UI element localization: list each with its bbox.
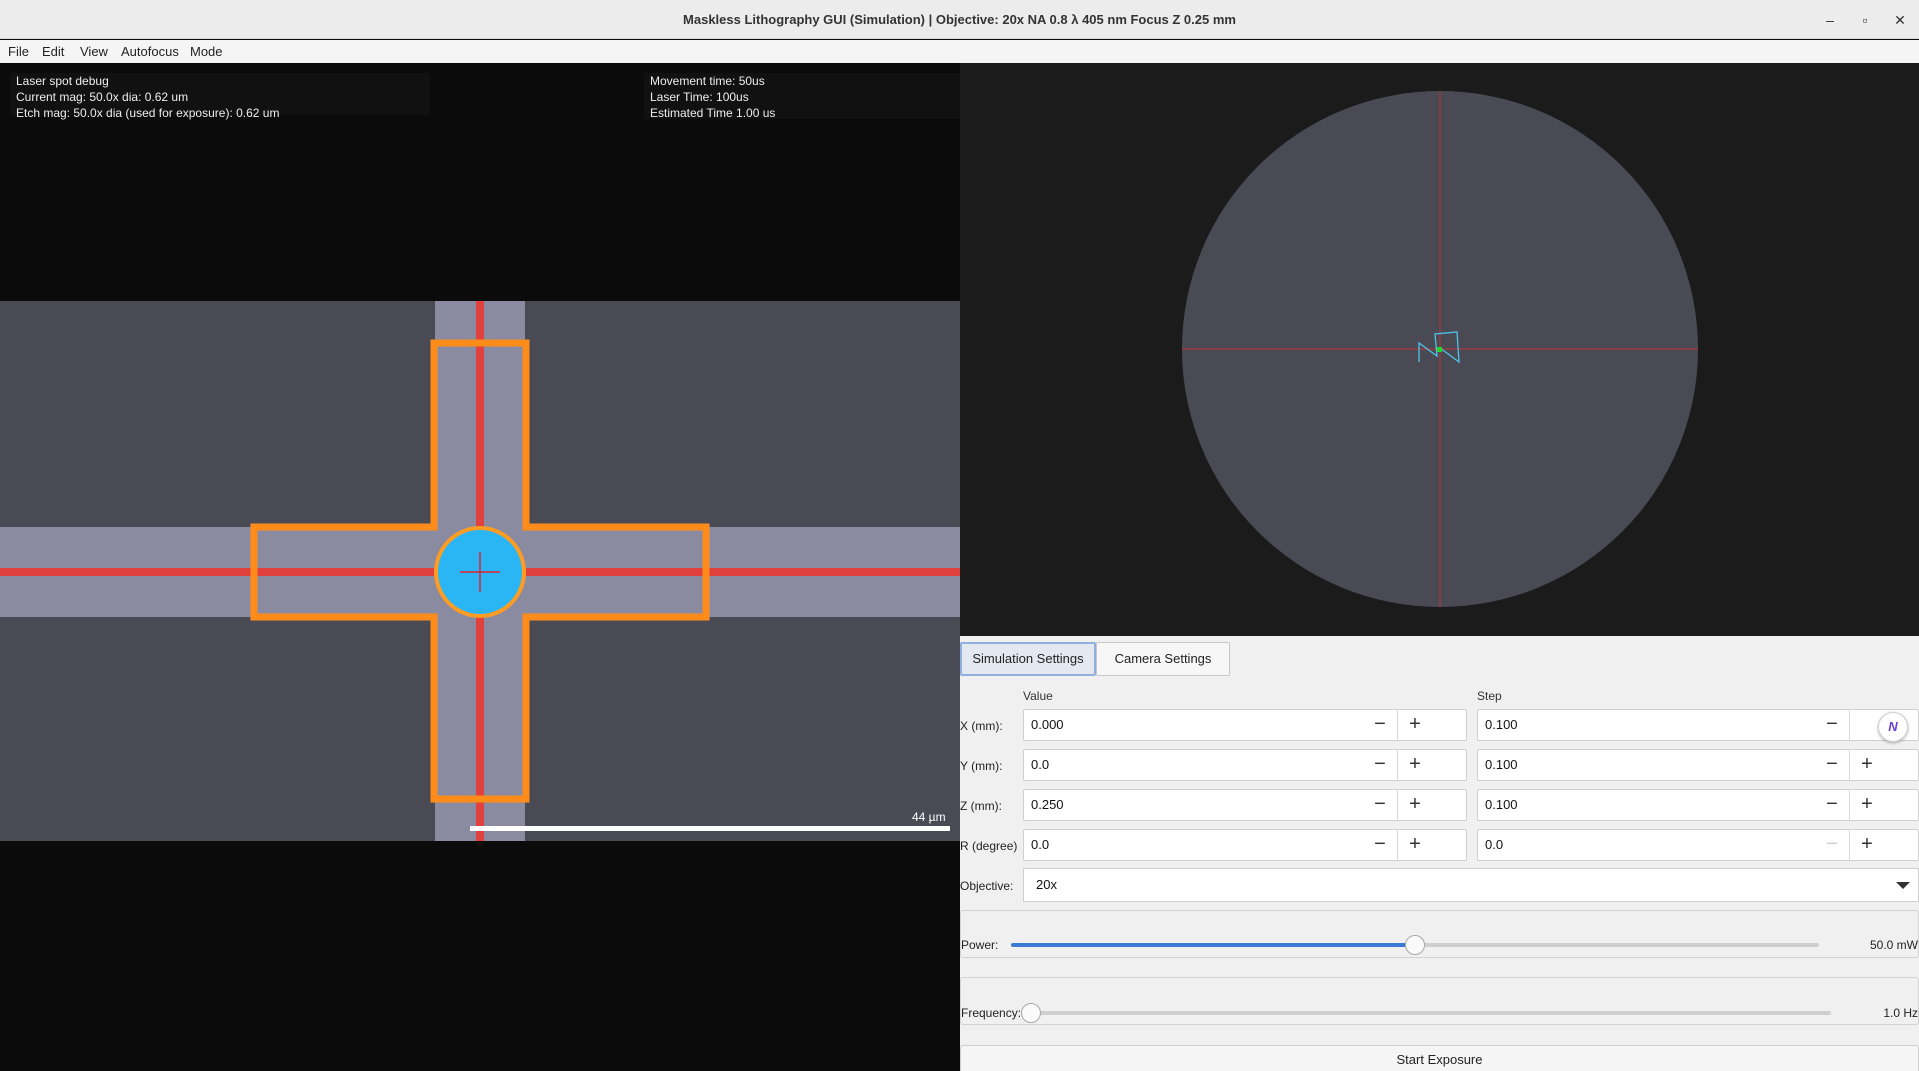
z-step-increment-button[interactable]: + (1850, 789, 1884, 821)
y-label: Y (mm): (960, 759, 1003, 773)
r-value-decrement-button[interactable]: − (1363, 829, 1397, 861)
r-value-separator (1397, 829, 1398, 861)
x-value-separator (1397, 709, 1398, 741)
start-exposure-button[interactable]: Start Exposure (960, 1045, 1919, 1071)
menu-file[interactable]: File (8, 44, 29, 59)
z-step-decrement-button[interactable]: − (1815, 789, 1849, 821)
x-value-text: 0.000 (1031, 717, 1064, 732)
minimize-button[interactable]: – (1820, 10, 1840, 30)
estimated-time: Estimated Time 1.00 us (650, 106, 776, 120)
x-value-decrement-button[interactable]: − (1363, 709, 1397, 741)
r-label: R (degree) (960, 839, 1018, 853)
pattern-scene (0, 301, 960, 841)
laser-time: Laser Time: 100us (650, 90, 749, 104)
power-slider-fill (1011, 943, 1415, 947)
z-step-text: 0.100 (1485, 797, 1518, 812)
z-value-separator (1397, 789, 1398, 821)
y-value-decrement-button[interactable]: − (1363, 749, 1397, 781)
r-step-increment-button[interactable]: + (1850, 829, 1884, 861)
x-value-increment-button[interactable]: + (1398, 709, 1432, 741)
frequency-value: 1.0 Hz (1883, 1006, 1918, 1020)
menu-view[interactable]: View (80, 44, 108, 59)
z-value-increment-button[interactable]: + (1398, 789, 1432, 821)
y-value-separator (1397, 749, 1398, 781)
x-step-decrement-button[interactable]: − (1815, 709, 1849, 741)
z-value-text: 0.250 (1031, 797, 1064, 812)
x-step-field[interactable]: 0.100 (1477, 709, 1919, 741)
y-step-separator (1849, 749, 1850, 781)
camera-position-marker (1437, 347, 1442, 352)
window-title: Maskless Lithography GUI (Simulation) | … (683, 12, 1236, 27)
r-step-text: 0.0 (1485, 837, 1504, 852)
close-button[interactable]: ✕ (1890, 10, 1910, 30)
z-value-decrement-button[interactable]: − (1363, 789, 1397, 821)
camera-view[interactable] (960, 63, 1919, 636)
y-step-decrement-button[interactable]: − (1815, 749, 1849, 781)
camera-scene (1182, 91, 1698, 607)
x-label: X (mm): (960, 719, 1003, 733)
tab-simulation-settings[interactable]: Simulation Settings (960, 642, 1096, 676)
y-step-increment-button[interactable]: + (1850, 749, 1884, 781)
x-step-separator (1849, 709, 1850, 741)
laser-debug-title: Laser spot debug (16, 74, 109, 88)
chevron-down-icon (1896, 882, 1910, 889)
y-value-increment-button[interactable]: + (1398, 749, 1432, 781)
menu-mode[interactable]: Mode (190, 44, 223, 59)
power-panel: Power: 50.0 mW (960, 910, 1919, 958)
laser-current-mag: Current mag: 50.0x dia: 0.62 um (16, 90, 189, 104)
title-bar: Maskless Lithography GUI (Simulation) | … (0, 0, 1919, 39)
objective-label: Objective: (960, 879, 1014, 893)
controls-panel: Simulation Settings Camera Settings Valu… (960, 636, 1919, 1071)
power-slider-handle[interactable] (1405, 935, 1425, 955)
laser-etch-mag: Etch mag: 50.0x dia (used for exposure):… (16, 106, 280, 120)
laser-debug-overlay: Laser spot debug Current mag: 50.0x dia:… (10, 73, 430, 120)
power-value: 50.0 mW (1869, 938, 1918, 952)
y-value-text: 0.0 (1031, 757, 1050, 772)
frequency-slider-handle[interactable] (1021, 1003, 1041, 1023)
r-step-decrement-button[interactable]: − (1815, 829, 1849, 861)
frequency-label: Frequency: (961, 1006, 1022, 1020)
maximize-button[interactable]: ▫ (1855, 10, 1875, 30)
z-label: Z (mm): (960, 799, 1002, 813)
r-value-increment-button[interactable]: + (1398, 829, 1432, 861)
objective-select[interactable]: 20x (1023, 868, 1919, 902)
assistant-badge-icon[interactable]: N (1878, 712, 1908, 742)
movement-time: Movement time: 50us (650, 74, 765, 88)
value-column-header: Value (1023, 689, 1053, 703)
r-value-text: 0.0 (1031, 837, 1050, 852)
frequency-slider-track[interactable] (1031, 1011, 1831, 1015)
r-step-separator (1849, 829, 1850, 861)
tab-camera-settings[interactable]: Camera Settings (1096, 642, 1230, 676)
timing-overlay: Movement time: 50us Laser Time: 100us Es… (644, 73, 960, 120)
power-label: Power: (961, 938, 999, 952)
scale-bar (470, 826, 950, 831)
simulation-view[interactable]: Laser spot debug Current mag: 50.0x dia:… (0, 63, 960, 1071)
menu-bar: File Edit View Autofocus Mode (0, 40, 1919, 63)
frequency-panel: Frequency: 1.0 Hz (960, 977, 1919, 1025)
menu-autofocus[interactable]: Autofocus (121, 44, 179, 59)
x-step-text: 0.100 (1485, 717, 1518, 732)
y-step-text: 0.100 (1485, 757, 1518, 772)
menu-edit[interactable]: Edit (42, 44, 64, 59)
scale-bar-label: 44 µm (912, 810, 946, 824)
z-step-separator (1849, 789, 1850, 821)
step-column-header: Step (1477, 689, 1502, 703)
objective-selected-value: 20x (1036, 877, 1057, 892)
